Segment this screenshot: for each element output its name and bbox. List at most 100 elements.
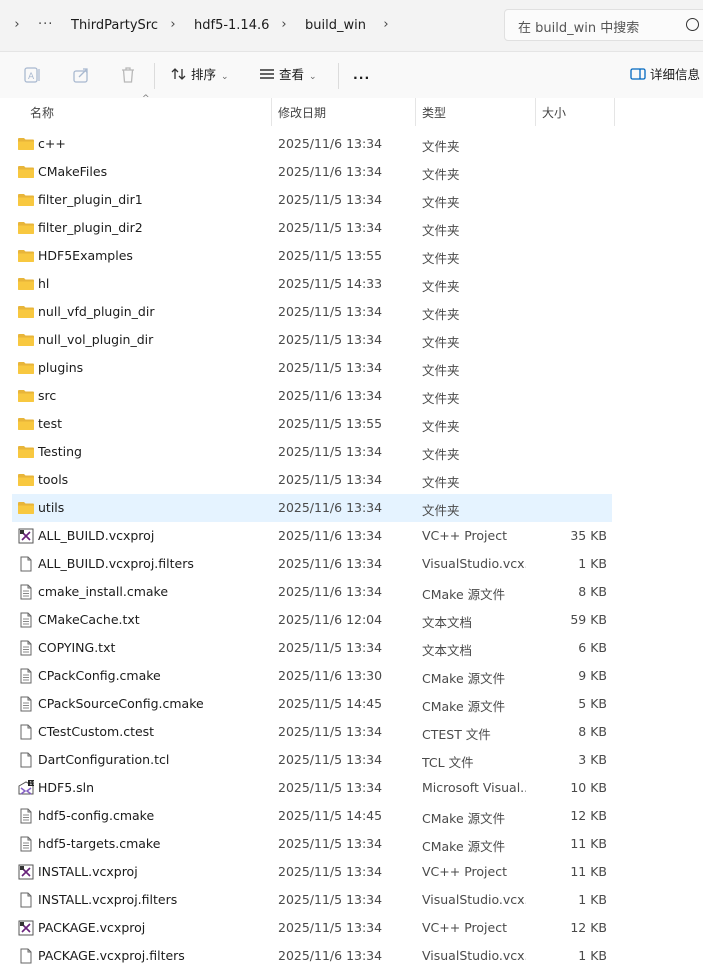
folder-icon (17, 304, 35, 320)
file-icon (17, 556, 35, 572)
file-row[interactable]: test 2025/11/5 13:55 文件夹 (12, 410, 612, 438)
file-row[interactable]: CPackSourceConfig.cmake 2025/11/5 14:45 CM… (12, 690, 612, 718)
file-row[interactable]: COPYING.txt 2025/11/5 13:34 文本文档 6 KB (12, 634, 612, 662)
search-icon[interactable] (686, 18, 699, 31)
file-row[interactable]: src 2025/11/6 13:34 文件夹 (12, 382, 612, 410)
sort-button[interactable]: 排序 ⌄ (171, 65, 229, 85)
more-path-icon[interactable]: ··· (38, 16, 52, 34)
file-modified-date: 2025/11/6 13:34 (278, 584, 383, 599)
file-row[interactable]: ALL_BUILD.vcxproj 2025/11/6 13:34 VC++ Pro… (12, 522, 612, 550)
file-row[interactable]: INSTALL.vcxproj 2025/11/5 13:34 VC++ Proje… (12, 858, 612, 886)
file-icon (17, 948, 35, 964)
breadcrumb-separator-icon[interactable]: › (166, 16, 180, 34)
file-modified-date: 2025/11/5 13:34 (278, 864, 383, 879)
vcxproj-icon (17, 864, 35, 880)
text-file-icon (17, 584, 35, 600)
file-row[interactable]: INSTALL.vcxproj.filters 2025/11/5 13:34 Vi… (12, 886, 612, 914)
share-icon[interactable] (71, 65, 91, 85)
rename-icon[interactable]: A (22, 65, 42, 85)
file-modified-date: 2025/11/5 14:33 (278, 276, 383, 291)
file-type: 文件夹 (422, 195, 460, 210)
breadcrumb-thirdpartysrc[interactable]: ThirdPartySrc (71, 17, 158, 35)
file-type: VC++ Project (422, 528, 507, 543)
column-type-header[interactable]: 类型 (422, 104, 446, 121)
column-modified-header[interactable]: 修改日期 (278, 104, 326, 121)
column-name-header[interactable]: 名称 (30, 104, 54, 121)
file-name: CPackConfig.cmake (38, 668, 161, 683)
text-file-icon (17, 668, 35, 684)
file-row[interactable]: 19 HDF5.sln 2025/11/5 13:34 Microsoft Visua… (12, 774, 612, 802)
file-modified-date: 2025/11/5 13:34 (278, 836, 383, 851)
file-name: cmake_install.cmake (38, 584, 169, 599)
file-row[interactable]: CPackConfig.cmake 2025/11/6 13:30 CMake 源文… (12, 662, 612, 690)
more-options-button[interactable]: ... (353, 65, 370, 85)
breadcrumb-separator-icon[interactable]: › (379, 16, 393, 34)
file-row[interactable]: hdf5-targets.cmake 2025/11/5 13:34 CMake 源… (12, 830, 612, 858)
folder-icon (17, 388, 35, 404)
folder-icon (17, 444, 35, 460)
file-row[interactable]: HDF5Examples 2025/11/5 13:55 文件夹 (12, 242, 612, 270)
search-box[interactable]: 在 build_win 中搜索 (504, 9, 703, 41)
file-row[interactable]: hdf5-config.cmake 2025/11/5 14:45 CMake 源文… (12, 802, 612, 830)
file-name: tools (38, 472, 69, 487)
file-row[interactable]: Testing 2025/11/5 13:34 文件夹 (12, 438, 612, 466)
file-size: 8 KB (578, 584, 607, 599)
file-modified-date: 2025/11/5 14:45 (278, 808, 383, 823)
column-divider[interactable] (271, 98, 272, 126)
file-type: 文件夹 (422, 139, 460, 154)
file-row[interactable]: c++ 2025/11/6 13:34 文件夹 (12, 130, 612, 158)
file-name: CTestCustom.ctest (38, 724, 155, 739)
file-row[interactable]: filter_plugin_dir2 2025/11/5 13:34 文件夹 (12, 214, 612, 242)
breadcrumb-hdf5[interactable]: hdf5-1.14.6 (194, 17, 269, 35)
file-modified-date: 2025/11/5 13:34 (278, 640, 383, 655)
file-name: filter_plugin_dir1 (38, 192, 143, 207)
breadcrumb-build-win[interactable]: build_win (305, 17, 366, 35)
sln-icon: 19 (17, 780, 36, 796)
column-size-header[interactable]: 大小 (542, 104, 566, 121)
folder-icon (17, 500, 35, 516)
breadcrumb-separator-icon[interactable]: › (277, 16, 291, 34)
folder-icon (17, 136, 35, 152)
file-row[interactable]: cmake_install.cmake 2025/11/6 13:34 CMake … (12, 578, 612, 606)
file-row[interactable]: tools 2025/11/5 13:34 文件夹 (12, 466, 612, 494)
folder-icon (17, 472, 35, 488)
folder-icon (17, 416, 35, 432)
file-name: CMakeCache.txt (38, 612, 140, 627)
file-row[interactable]: PACKAGE.vcxproj 2025/11/5 13:34 VC++ Proje… (12, 914, 612, 942)
file-row[interactable]: CMakeFiles 2025/11/6 13:34 文件夹 (12, 158, 612, 186)
file-row[interactable]: null_vfd_plugin_dir 2025/11/5 13:34 文件夹 (12, 298, 612, 326)
view-button[interactable]: 查看 ⌄ (259, 65, 317, 85)
details-pane-button[interactable]: 详细信息 (630, 65, 700, 85)
file-size: 1 KB (578, 892, 607, 907)
file-row[interactable]: plugins 2025/11/5 13:34 文件夹 (12, 354, 612, 382)
file-row[interactable]: CMakeCache.txt 2025/11/6 12:04 文本文档 59 KB (12, 606, 612, 634)
column-headers: ^ 名称 修改日期 类型 大小 (0, 94, 703, 126)
column-divider[interactable] (614, 98, 615, 126)
file-name: test (38, 416, 63, 431)
delete-icon[interactable] (118, 65, 138, 85)
file-row[interactable]: utils 2025/11/6 13:34 文件夹 (12, 494, 612, 522)
file-type: 文件夹 (422, 419, 460, 434)
file-modified-date: 2025/11/6 13:30 (278, 668, 383, 683)
file-modified-date: 2025/11/5 13:55 (278, 248, 383, 263)
file-name: plugins (38, 360, 84, 375)
file-row[interactable]: hl 2025/11/5 14:33 文件夹 (12, 270, 612, 298)
file-type: CTEST 文件 (422, 727, 491, 742)
file-icon (17, 752, 35, 768)
file-name: INSTALL.vcxproj.filters (38, 892, 178, 907)
file-row[interactable]: null_vol_plugin_dir 2025/11/5 13:34 文件夹 (12, 326, 612, 354)
column-divider[interactable] (415, 98, 416, 126)
expand-chevron-icon[interactable]: › (10, 16, 24, 34)
file-type: CMake 源文件 (422, 699, 506, 714)
file-type: Microsoft Visual... (422, 780, 526, 795)
file-row[interactable]: DartConfiguration.tcl 2025/11/5 13:34 TCL … (12, 746, 612, 774)
file-row[interactable]: ALL_BUILD.vcxproj.filters 2025/11/6 13:34… (12, 550, 612, 578)
folder-icon (17, 192, 35, 208)
column-divider[interactable] (535, 98, 536, 126)
file-name: CPackSourceConfig.cmake (38, 696, 204, 711)
file-name: null_vol_plugin_dir (38, 332, 154, 347)
file-modified-date: 2025/11/5 13:34 (278, 220, 383, 235)
file-name: HDF5.sln (38, 780, 95, 795)
file-row[interactable]: filter_plugin_dir1 2025/11/5 13:34 文件夹 (12, 186, 612, 214)
file-row[interactable]: CTestCustom.ctest 2025/11/5 13:34 CTEST 文件… (12, 718, 612, 746)
